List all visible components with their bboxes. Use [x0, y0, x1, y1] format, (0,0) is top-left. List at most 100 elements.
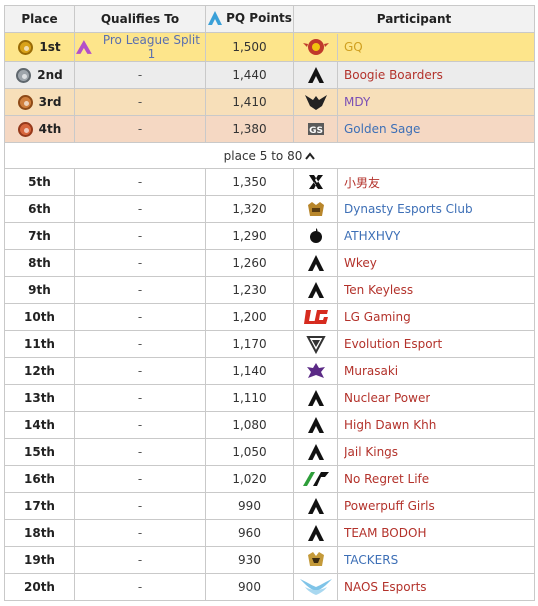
table-row: 4th - 1,380 GS Golden Sage	[4, 115, 535, 143]
place-label: 3rd	[38, 94, 62, 109]
place-cell: 9th	[4, 276, 75, 304]
place-cell: 7th	[4, 222, 75, 250]
participant-name-link[interactable]: ATHXHVY	[344, 229, 400, 243]
points-cell: 1,170	[205, 330, 294, 358]
qualifies-cell: -	[74, 438, 206, 466]
place-cell: 20th	[4, 573, 75, 601]
mdy-logo-icon[interactable]	[294, 89, 338, 115]
table-row: 20th -900 NAOS Esports	[4, 573, 535, 601]
participant-name-link[interactable]: Ten Keyless	[344, 283, 413, 297]
participant-wrap: No Regret Life	[294, 466, 534, 492]
participant-name-link[interactable]: Boogie Boarders	[344, 68, 443, 82]
participant-cell: High Dawn Khh	[293, 411, 535, 439]
participant-name-link[interactable]: No Regret Life	[344, 472, 429, 486]
table-row: 16th -1,020 No Regret Life	[4, 465, 535, 493]
x-logo-icon[interactable]	[294, 169, 338, 195]
points-cell: 930	[205, 546, 294, 574]
participant-wrap: Wkey	[294, 250, 534, 276]
qualifies-label: Pro League Split 1	[102, 33, 200, 61]
participant-cell: LG Gaming	[293, 303, 535, 331]
table-row: 19th -930 TACKERS	[4, 546, 535, 574]
place-cell: 6th	[4, 195, 75, 223]
table-row: 2nd - 1,440 Boogie Boarders	[4, 61, 535, 89]
nrl-logo-icon[interactable]	[294, 466, 338, 492]
participant-wrap: Nuclear Power	[294, 385, 534, 411]
apex-logo-icon[interactable]	[294, 520, 338, 546]
participant-name-link[interactable]: Evolution Esport	[344, 337, 442, 351]
participant-name-link[interactable]: LG Gaming	[344, 310, 411, 324]
participant-wrap: GS Golden Sage	[294, 116, 534, 142]
apex-logo-icon[interactable]	[294, 277, 338, 303]
lg-logo-icon[interactable]	[294, 304, 338, 330]
table-row: 10th -1,200 LG Gaming	[4, 303, 535, 331]
table-row: 18th -960 TEAM BODOH	[4, 519, 535, 547]
header-place: Place	[4, 5, 75, 33]
participant-name-link[interactable]: NAOS Esports	[344, 580, 427, 594]
participant-name-link[interactable]: TACKERS	[344, 553, 398, 567]
table-row: 7th -1,290 ATHXHVY	[4, 222, 535, 250]
points-cell: 1,050	[205, 438, 294, 466]
expand-toggle[interactable]: place 5 to 80	[4, 142, 535, 169]
participant-cell: GS Golden Sage	[293, 115, 535, 143]
participant-wrap: LG Gaming	[294, 304, 534, 330]
participant-wrap: MDY	[294, 89, 534, 115]
participant-name-link[interactable]: MDY	[344, 95, 370, 109]
qualifies-link[interactable]: Pro League Split 1	[75, 33, 205, 61]
silver-medal-icon	[16, 67, 32, 83]
copper-medal-icon	[17, 121, 33, 137]
qualifies-label: -	[137, 95, 143, 109]
participant-name-link[interactable]: 小男友	[344, 174, 380, 191]
qualifies-cell: -	[74, 249, 206, 277]
participant-name-link[interactable]: Jail Kings	[344, 445, 398, 459]
participant-cell: Jail Kings	[293, 438, 535, 466]
place-label: 1st	[39, 39, 61, 54]
chevron-up-icon	[305, 149, 316, 163]
table-row: 17th -990 Powerpuff Girls	[4, 492, 535, 520]
apex-logo-icon	[208, 10, 223, 25]
dynasty-logo-icon[interactable]	[294, 196, 338, 222]
qualifies-cell: -	[74, 195, 206, 223]
apex-logo-icon[interactable]	[294, 439, 338, 465]
qualifies-cell: -	[74, 411, 206, 439]
naos-logo-icon[interactable]	[294, 574, 338, 600]
participant-name-link[interactable]: Powerpuff Girls	[344, 499, 435, 513]
place-label: 4th	[38, 121, 62, 136]
participant-name-link[interactable]: High Dawn Khh	[344, 418, 436, 432]
apex-logo-icon[interactable]	[294, 62, 338, 88]
apex-logo-icon[interactable]	[294, 493, 338, 519]
participant-cell: MDY	[293, 88, 535, 116]
participant-wrap: Ten Keyless	[294, 277, 534, 303]
table-row: 8th -1,260 Wkey	[4, 249, 535, 277]
table-row: 5th -1,350 小男友	[4, 168, 535, 196]
murasaki-logo-icon[interactable]	[294, 358, 338, 384]
participant-wrap: Dynasty Esports Club	[294, 196, 534, 222]
apex-logo-icon[interactable]	[294, 250, 338, 276]
apex-logo-icon[interactable]	[294, 385, 338, 411]
table-row: 11th -1,170 Evolution Esport	[4, 330, 535, 358]
expand-toggle-row[interactable]: place 5 to 80	[4, 142, 535, 169]
tackers-logo-icon[interactable]	[294, 547, 338, 573]
points-cell: 1,200	[205, 303, 294, 331]
gq-logo-icon[interactable]	[294, 34, 338, 60]
participant-cell: GQ	[293, 32, 535, 62]
participant-cell: Wkey	[293, 249, 535, 277]
participant-wrap: Evolution Esport	[294, 331, 534, 357]
evolution-logo-icon[interactable]	[294, 331, 338, 357]
participant-wrap: High Dawn Khh	[294, 412, 534, 438]
participant-name-link[interactable]: Golden Sage	[344, 122, 420, 136]
participant-name-link[interactable]: Nuclear Power	[344, 391, 430, 405]
participant-name-link[interactable]: Murasaki	[344, 364, 398, 378]
athxhvy-logo-icon[interactable]	[294, 223, 338, 249]
gs-logo-icon[interactable]: GS	[294, 116, 338, 142]
qualifies-cell: -	[74, 519, 206, 547]
participant-name-link[interactable]: Wkey	[344, 256, 377, 270]
table-row: 12th -1,140 Murasaki	[4, 357, 535, 385]
participant-name-link[interactable]: TEAM BODOH	[344, 526, 426, 540]
apex-logo-icon[interactable]	[294, 412, 338, 438]
participant-wrap: 小男友	[294, 169, 534, 195]
participant-name-link[interactable]: Dynasty Esports Club	[344, 202, 473, 216]
table-row: 9th -1,230 Ten Keyless	[4, 276, 535, 304]
participant-cell: Ten Keyless	[293, 276, 535, 304]
participant-name-link[interactable]: GQ	[344, 40, 363, 54]
place-cell: 10th	[4, 303, 75, 331]
